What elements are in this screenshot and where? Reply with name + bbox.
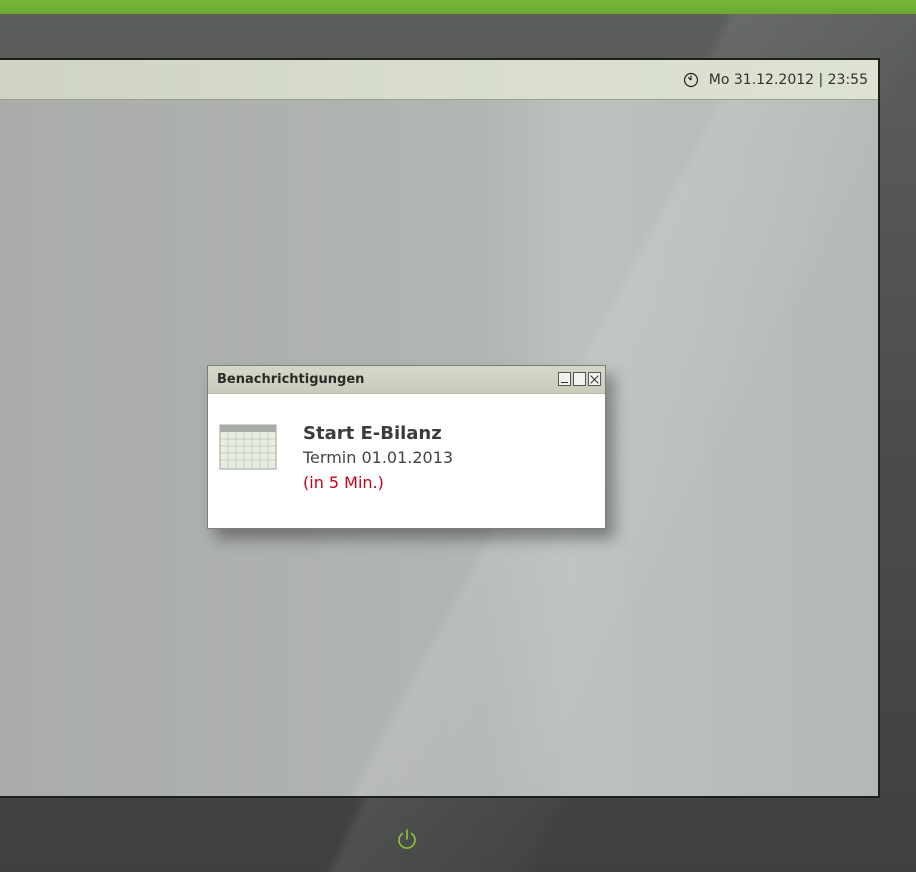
clock-icon [683, 72, 698, 88]
window-controls [556, 372, 601, 386]
minimize-button[interactable] [558, 372, 571, 386]
notification-heading: Start E-Bilanz [303, 423, 442, 444]
close-button[interactable] [588, 372, 601, 386]
calendar-icon [219, 424, 277, 470]
notification-date: Termin 01.01.2013 [303, 448, 454, 467]
notification-countdown: (in 5 Min.) [303, 473, 384, 492]
top-accent-bar [0, 0, 916, 14]
notification-titlebar[interactable]: Benachrichtigungen [208, 366, 605, 394]
power-icon[interactable] [394, 827, 420, 853]
notification-window[interactable]: Benachrichtigungen Start E-Bilanz Termin… [207, 365, 606, 529]
clock[interactable]: Mo 31.12.2012 | 23:55 [683, 70, 868, 90]
clock-datetime: Mo 31.12.2012 | 23:55 [708, 72, 868, 88]
taskbar: Mo 31.12.2012 | 23:55 [0, 60, 878, 100]
notification-content: Start E-Bilanz Termin 01.01.2013 (in 5 M… [303, 422, 453, 496]
notification-title: Benachrichtigungen [217, 372, 365, 387]
maximize-button[interactable] [573, 372, 586, 386]
